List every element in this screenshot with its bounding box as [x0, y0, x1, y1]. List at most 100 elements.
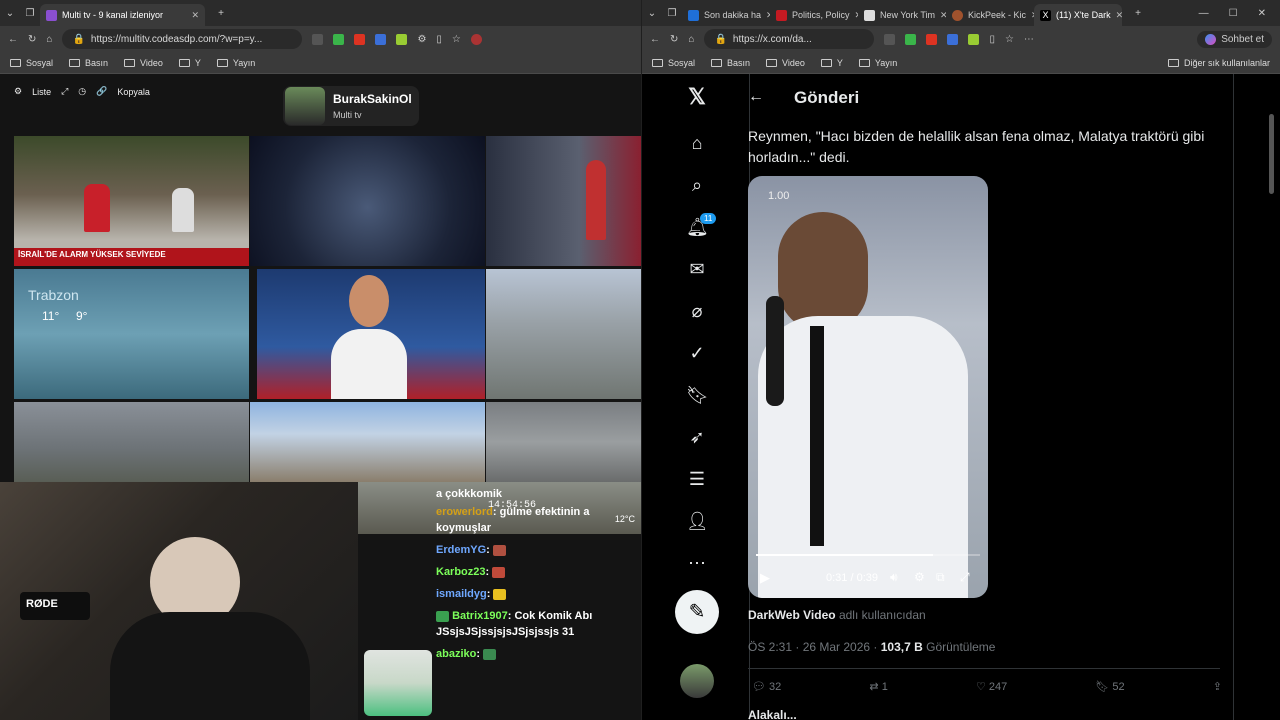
account-avatar[interactable] — [680, 664, 714, 698]
close-tab-icon[interactable]: ✕ — [191, 10, 199, 21]
more-icon[interactable]: ⋯ — [1024, 34, 1034, 45]
bookmarks-icon[interactable]: 🔖︎ — [686, 384, 709, 406]
bookmark-folder[interactable]: Basın — [69, 58, 108, 68]
extension-icon[interactable] — [396, 33, 408, 45]
jobs-icon[interactable]: ➶ — [686, 426, 708, 448]
profile-icon[interactable]: 👤︎ — [686, 510, 709, 532]
extension-icon[interactable] — [947, 33, 959, 45]
workspaces-icon[interactable]: ❐ — [20, 8, 40, 19]
extension-icon[interactable] — [375, 33, 387, 45]
channel-profile-card[interactable]: BurakSakinOl Multi tv — [283, 86, 419, 126]
reload-icon[interactable]: ↻ — [28, 34, 36, 45]
timer-icon[interactable]: ◷ — [78, 86, 86, 97]
tab-kickpeek[interactable]: KickPeek - Kic ✕ — [946, 4, 1034, 26]
url-field[interactable]: 🔒 https://multitv.codeasdp.com/?w=p=y... — [62, 29, 303, 49]
split-screen-icon[interactable]: ▯ — [989, 34, 995, 45]
home-icon[interactable]: ⌂ — [688, 34, 694, 45]
extension-icon[interactable] — [354, 33, 366, 45]
bookmark-folder[interactable]: Y — [820, 58, 843, 68]
maximize-icon[interactable]: ☐ — [1229, 8, 1238, 19]
more-icon[interactable]: ⋯ — [686, 552, 708, 574]
post-video[interactable]: 1.00 ▶ 0:31 / 0:39 🔊︎ ⚙ ⧉ ⤢ — [748, 176, 988, 598]
tab-multitv[interactable]: Multi tv - 9 kanal izleniyor ✕ — [40, 4, 205, 26]
bookmark-button[interactable]: 🔖︎ 52 — [1095, 680, 1124, 693]
minimize-icon[interactable]: — — [1199, 8, 1209, 19]
bookmark-folder[interactable]: Video — [124, 58, 163, 68]
favorites-icon[interactable]: ☆ — [1005, 34, 1014, 45]
extension-icon[interactable] — [905, 33, 917, 45]
back-icon[interactable]: ← — [8, 34, 18, 45]
bookmark-folder[interactable]: Video — [766, 58, 805, 68]
like-button[interactable]: ♡ 247 — [976, 680, 1007, 693]
chat-username[interactable]: Karboz23 — [436, 566, 486, 578]
settings-icon[interactable]: ⚙ — [914, 570, 925, 584]
chat-username[interactable]: erowerlord — [436, 506, 493, 518]
post-timestamp[interactable]: ÖS 2:31 · 26 Mar 2026 · — [748, 640, 881, 654]
home-icon[interactable]: ⌂ — [686, 132, 708, 154]
scrollbar-thumb[interactable] — [1269, 114, 1274, 194]
new-tab-icon[interactable]: + — [1128, 8, 1148, 19]
video-tile-1[interactable]: İSRAİL'DE ALARM YÜKSEK SEVİYEDE — [14, 136, 249, 266]
extension-icon[interactable] — [884, 33, 896, 45]
video-tile-7[interactable] — [14, 402, 249, 482]
tab-x[interactable]: X (11) X'te Dark ✕ — [1034, 4, 1122, 26]
tab-list-icon[interactable]: ⌄ — [0, 8, 20, 19]
tab-list-icon[interactable]: ⌄ — [642, 8, 662, 19]
video-tile-8[interactable] — [250, 402, 485, 482]
reply-button[interactable]: 💬︎ 32 — [752, 680, 781, 693]
grok-icon[interactable]: ⌀ — [686, 300, 708, 322]
chat-username[interactable]: abaziko — [436, 648, 476, 660]
video-tile-6[interactable] — [486, 269, 641, 399]
bookmark-folder[interactable]: Sosyal — [652, 58, 695, 68]
back-arrow-icon[interactable]: ← — [748, 88, 764, 106]
reload-icon[interactable]: ↻ — [670, 34, 678, 45]
lists-icon[interactable]: ☰ — [686, 468, 708, 490]
video-tile-4[interactable]: Trabzon 11° 9° — [14, 269, 249, 399]
pip-icon[interactable]: ⧉ — [936, 570, 945, 585]
copy-button[interactable]: Kopyala — [117, 87, 150, 97]
bookmark-folder[interactable]: Y — [178, 58, 201, 68]
bookmark-folder[interactable]: Yayın — [858, 58, 897, 68]
tab-news[interactable]: Son dakika ha ✕ — [682, 4, 770, 26]
attribution-user[interactable]: DarkWeb Video — [748, 608, 836, 622]
messages-icon[interactable]: ✉ — [686, 258, 708, 280]
fullscreen-icon[interactable]: ⤢ — [61, 86, 68, 97]
chat-username[interactable]: ErdemYG — [436, 544, 486, 556]
list-button[interactable]: Liste — [32, 87, 51, 97]
bookmark-folder[interactable]: Basın — [711, 58, 750, 68]
bookmark-folder[interactable]: Sosyal — [10, 58, 53, 68]
settings-icon[interactable]: ⚙ — [14, 86, 22, 97]
extension-icon[interactable] — [333, 33, 345, 45]
video-progress-bar[interactable] — [756, 554, 980, 556]
other-bookmarks[interactable]: Diğer sık kullanılanlar — [1167, 58, 1270, 68]
chat-username[interactable]: Batrix1907 — [452, 610, 508, 622]
home-icon[interactable]: ⌂ — [46, 34, 52, 45]
close-tab-icon[interactable]: ✕ — [1116, 10, 1122, 21]
volume-icon[interactable]: 🔊︎ — [890, 570, 898, 585]
workspaces-icon[interactable]: ❐ — [662, 8, 682, 19]
url-field[interactable]: 🔒 https://x.com/da... — [704, 29, 875, 49]
fullscreen-icon[interactable]: ⤢ — [960, 570, 970, 585]
play-icon[interactable]: ▶ — [760, 570, 770, 586]
share-icon[interactable]: ⇪ — [1213, 680, 1222, 693]
copilot-button[interactable]: Sohbet et — [1197, 30, 1272, 48]
verified-icon[interactable]: ✓ — [686, 342, 708, 364]
extension-icon[interactable] — [312, 33, 324, 45]
video-tile-2[interactable] — [250, 136, 485, 266]
split-screen-icon[interactable]: ▯ — [436, 34, 442, 45]
extension-icon[interactable] — [926, 33, 938, 45]
favorites-icon[interactable]: ☆ — [452, 34, 461, 45]
search-icon[interactable]: ⌕ — [686, 174, 708, 196]
tab-nytimes[interactable]: New York Tim ✕ — [858, 4, 946, 26]
chat-username[interactable]: ismaildyg — [436, 588, 487, 600]
extension-icon[interactable] — [968, 33, 980, 45]
settings-icon[interactable]: ⚙ — [417, 34, 426, 45]
video-tile-3[interactable] — [486, 136, 641, 266]
back-icon[interactable]: ← — [650, 34, 660, 45]
link-icon[interactable]: 🔗 — [96, 86, 107, 97]
tab-politico[interactable]: Politics, Policy ✕ — [770, 4, 858, 26]
compose-post-button[interactable]: ✎ — [675, 590, 719, 634]
new-tab-icon[interactable]: + — [211, 8, 231, 19]
video-tile-5[interactable] — [257, 269, 485, 399]
repost-button[interactable]: ⇄ 1 — [869, 680, 887, 693]
